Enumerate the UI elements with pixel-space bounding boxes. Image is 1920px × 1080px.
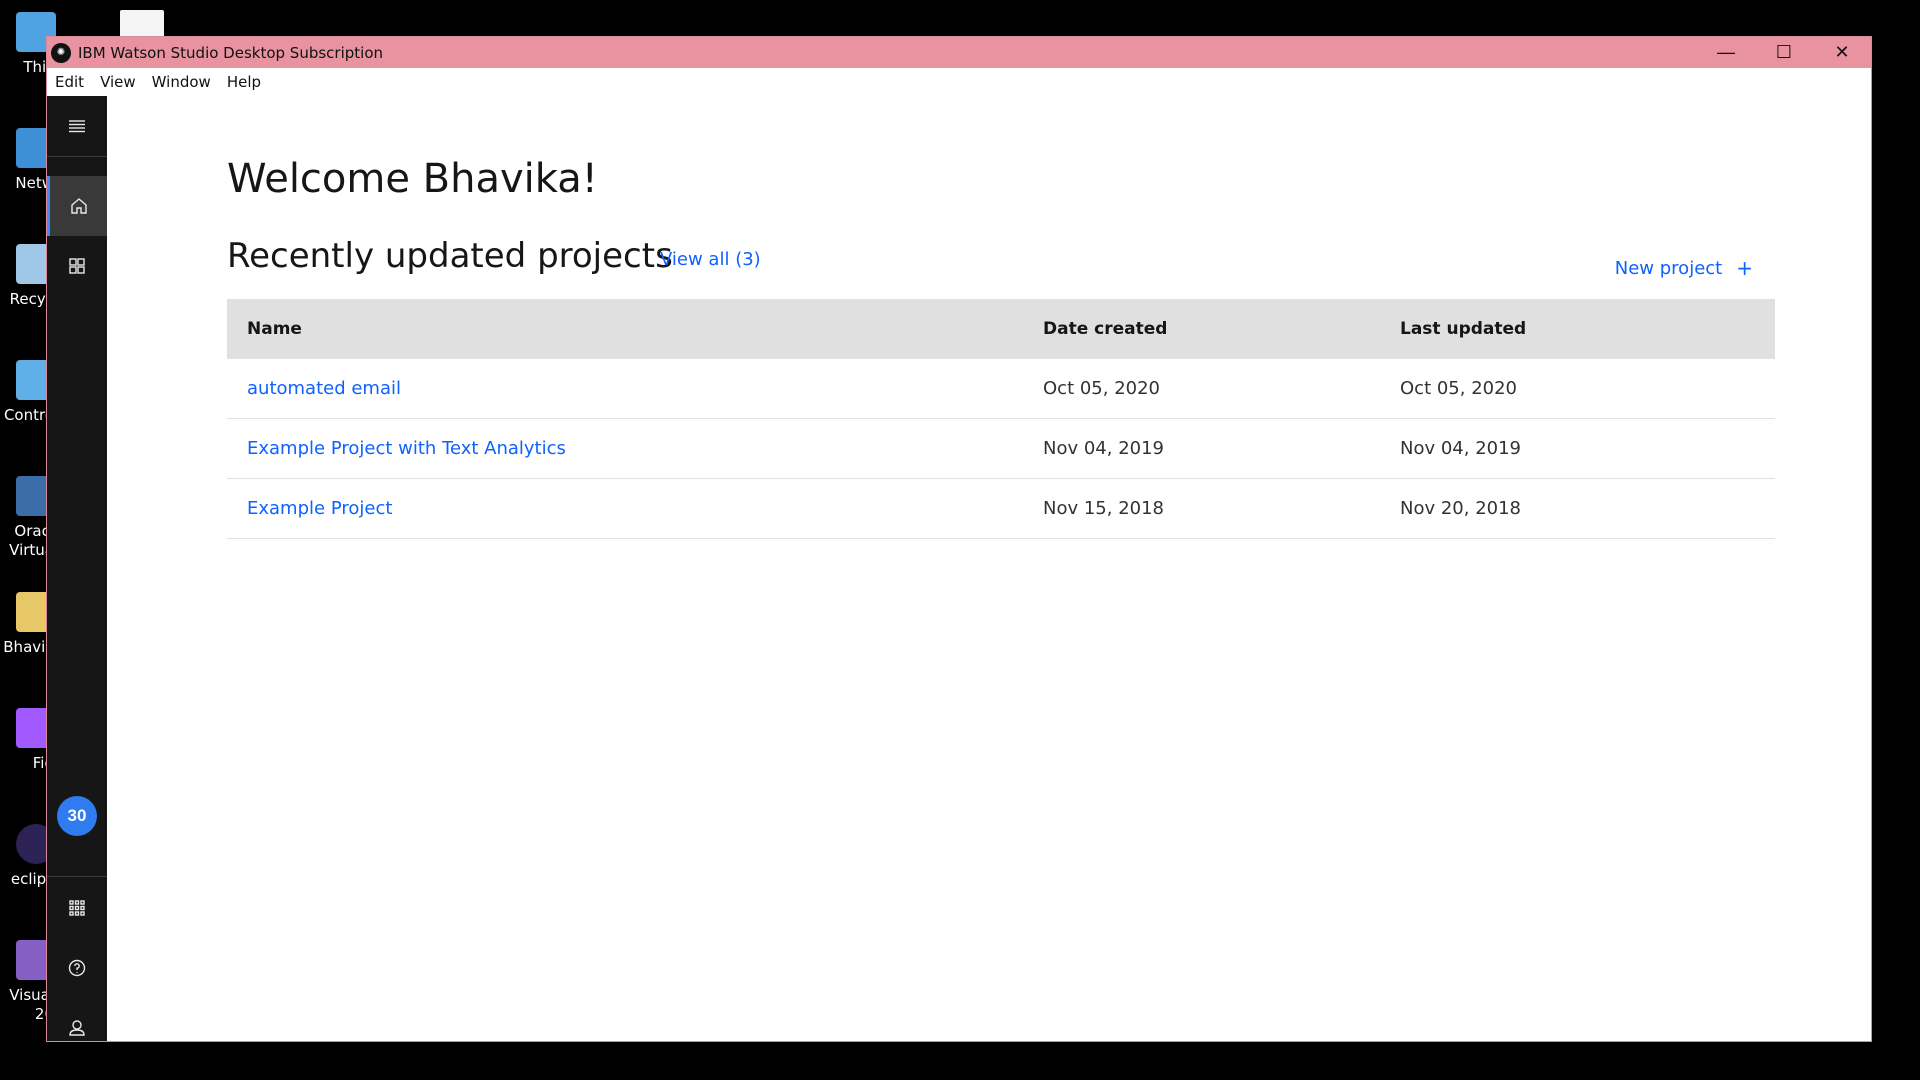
home-icon (70, 198, 87, 214)
help-icon (68, 959, 86, 977)
sidebar: 30 (47, 96, 107, 1041)
new-project-label: New project (1614, 257, 1723, 279)
project-name-link[interactable]: Example Project with Text Analytics (227, 438, 1043, 459)
new-project-button[interactable]: New project + (1615, 256, 1753, 280)
user-icon (69, 1020, 85, 1036)
recent-projects-heading: Recently updated projects (227, 236, 673, 276)
plus-icon: + (1736, 256, 1753, 280)
taskbar-thumbnail[interactable] (120, 10, 164, 38)
last-updated-cell: Nov 04, 2019 (1400, 438, 1522, 459)
hamburger-icon (69, 120, 85, 133)
app-switcher-icon (69, 900, 85, 916)
table-row[interactable]: automated email Oct 05, 2020 Oct 05, 202… (227, 359, 1775, 419)
last-updated-cell: Oct 05, 2020 (1400, 378, 1517, 399)
sidebar-item-projects[interactable] (47, 236, 107, 296)
sidebar-item-apps[interactable] (47, 878, 107, 938)
sidebar-item-help[interactable] (47, 938, 107, 998)
menu-bar: Edit View Window Help (47, 68, 1871, 96)
date-created-cell: Nov 15, 2018 (1043, 498, 1165, 519)
sidebar-divider (47, 156, 107, 157)
window-controls: — ☐ ✕ (1697, 37, 1871, 68)
date-created-cell: Nov 04, 2019 (1043, 438, 1165, 459)
sidebar-item-user[interactable] (47, 998, 107, 1058)
menu-view[interactable]: View (100, 73, 136, 91)
window-title: IBM Watson Studio Desktop Subscription (78, 43, 384, 62)
welcome-heading: Welcome Bhavika! (227, 156, 598, 202)
sidebar-divider (47, 876, 107, 877)
column-header-date-created[interactable]: Date created (1043, 319, 1400, 339)
watson-studio-logo-icon: ✺ (51, 42, 71, 63)
projects-grid-icon (69, 258, 85, 274)
last-updated-cell: Nov 20, 2018 (1400, 498, 1522, 519)
table-row[interactable]: Example Project with Text Analytics Nov … (227, 419, 1775, 479)
menu-window[interactable]: Window (152, 73, 211, 91)
column-header-name[interactable]: Name (227, 319, 1043, 339)
menu-edit[interactable]: Edit (55, 73, 84, 91)
close-button[interactable]: ✕ (1813, 37, 1871, 68)
project-name-link[interactable]: automated email (227, 378, 1043, 399)
table-row[interactable]: Example Project Nov 15, 2018 Nov 20, 201… (227, 479, 1775, 539)
maximize-button[interactable]: ☐ (1755, 37, 1813, 68)
title-bar[interactable]: ✺ IBM Watson Studio Desktop Subscription… (47, 37, 1871, 68)
menu-help[interactable]: Help (227, 73, 261, 91)
app-window: ✺ IBM Watson Studio Desktop Subscription… (46, 36, 1872, 1042)
notification-badge[interactable]: 30 (57, 796, 97, 836)
view-all-link[interactable]: View all (3) (660, 249, 761, 270)
main-content: Welcome Bhavika! Recently updated projec… (107, 96, 1871, 1041)
table-header: Name Date created Last updated (227, 299, 1775, 359)
sidebar-item-home[interactable] (47, 176, 107, 236)
column-header-last-updated[interactable]: Last updated (1400, 319, 1775, 339)
hamburger-menu-button[interactable] (47, 96, 107, 156)
minimize-button[interactable]: — (1697, 37, 1755, 68)
project-name-link[interactable]: Example Project (227, 498, 1043, 519)
projects-table: Name Date created Last updated automated… (227, 299, 1775, 539)
date-created-cell: Oct 05, 2020 (1043, 378, 1160, 399)
